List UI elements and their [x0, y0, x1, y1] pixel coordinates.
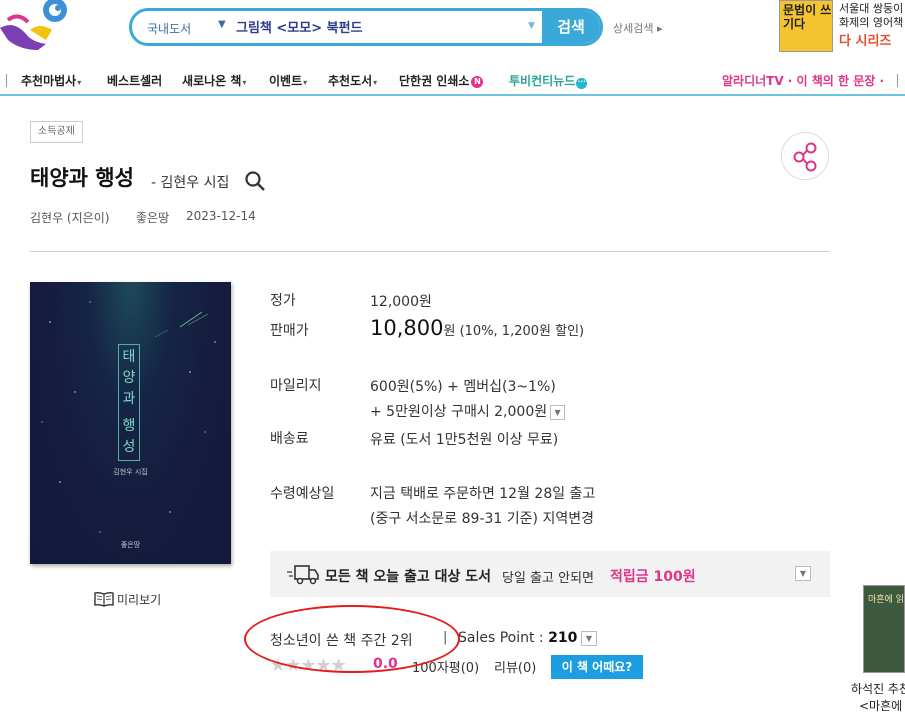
nav-item-new-books[interactable]: 새로나온 책▾ — [182, 72, 246, 89]
sale-price: 10,800원 (10%, 1,200원 할인) — [370, 316, 585, 340]
new-badge: N — [471, 76, 484, 88]
publish-date: 2023-12-14 — [186, 209, 256, 223]
delivery-truck-icon — [287, 565, 319, 585]
publisher-link[interactable]: 좋은땅 — [136, 209, 169, 226]
main-nav: 추천마법사▾ 베스트셀러 새로나온 책▾ 이벤트▾ 추천도서▾ 단한권 인쇄소 N… — [0, 66, 905, 96]
nav-item-bestseller[interactable]: 베스트셀러 — [107, 72, 162, 89]
chevron-down-icon[interactable]: ▼ — [550, 405, 566, 420]
search-input[interactable]: 그림책 <모모> 북펀드 — [236, 17, 363, 36]
notice-sub-text: 당일 출고 안되면 — [502, 571, 594, 586]
mileage-label: 마일리지 — [270, 378, 322, 394]
sales-point: Sales Point : 210 — [458, 630, 578, 646]
delivery-line2[interactable]: (중구 서소문로 89-31 기준) 지역변경 — [370, 508, 594, 528]
search-bar: 국내도서 ▼ 그림책 <모모> 북펀드 ▼ 검색 — [129, 8, 603, 46]
same-day-notice: 모든 책 오늘 출고 대상 도서 당일 출고 안되면 적립금 100원 ▼ — [270, 551, 830, 597]
shipping-label: 배송료 — [270, 431, 309, 447]
author-link[interactable]: 김현우 (지은이) — [30, 209, 109, 226]
aladin-logo[interactable] — [0, 0, 78, 52]
nav-item-tobecontinued[interactable]: 투비컨티뉴드 ··· — [509, 72, 588, 89]
nav-item-recommend-wizard[interactable]: 추천마법사▾ — [21, 72, 81, 89]
nav-right-links[interactable]: 알라디너TV · 이 책의 한 문장 · — [722, 72, 884, 89]
list-price-label: 정가 — [270, 293, 296, 309]
ad-book-cover[interactable]: 문법이 쓰기다 — [779, 0, 833, 52]
ad-text-line3[interactable]: 다 시리즈 — [839, 30, 891, 49]
advanced-search-link[interactable]: 상세검색 ▸ — [613, 20, 663, 36]
search-dropdown-icon[interactable]: ▼ — [528, 21, 535, 31]
more-badge: ··· — [576, 78, 588, 89]
review-link[interactable]: 리뷰(0) — [494, 657, 536, 676]
shipping-value: 유료 (도서 1만5천원 이상 무료) — [370, 432, 559, 448]
search-icon[interactable] — [244, 170, 266, 192]
book-subtitle: - 김현우 시집 — [151, 175, 230, 191]
tax-deduction-tag: 소득공제 — [30, 121, 83, 143]
delivery-label: 수령예상일 — [270, 486, 335, 502]
highlight-ellipse — [244, 605, 460, 673]
side-ad-book-cover[interactable]: 마흔에 읽는 쇼펜하우어 — [863, 585, 905, 673]
sale-price-label: 판매가 — [270, 323, 309, 339]
section-divider — [30, 251, 830, 252]
chevron-down-icon[interactable]: ▼ — [581, 631, 597, 646]
book-title: 태양과 행성 — [30, 166, 134, 190]
side-ad-text-line1[interactable]: 하석진 추천 — [851, 680, 905, 697]
share-button[interactable] — [781, 132, 829, 180]
search-category-select[interactable]: 국내도서 — [147, 20, 191, 37]
cover-title: 태 양 과 행 성 — [118, 344, 140, 461]
nav-divider — [6, 74, 7, 87]
share-icon — [793, 142, 817, 172]
cover-author: 김현우 시집 — [113, 468, 148, 476]
cover-publisher: 좋은땅 — [120, 541, 141, 549]
chevron-down-icon[interactable]: ▼ — [218, 19, 226, 30]
mileage-line2: + 5만원이상 구매시 2,000원 ▼ — [370, 401, 566, 421]
search-button[interactable]: 검색 — [542, 11, 600, 43]
nav-item-events[interactable]: 이벤트▾ — [269, 72, 307, 89]
ad-book-title: 문법이 쓰기다 — [783, 3, 832, 31]
notice-main-text: 모든 책 오늘 출고 대상 도서 — [325, 569, 492, 585]
how-is-this-book-button[interactable]: 이 책 어때요? — [551, 655, 643, 679]
side-ad-book-title: 마흔에 읽는 쇼펜하우어 — [868, 595, 904, 605]
nav-divider — [897, 74, 898, 87]
list-price: 12,000원 — [370, 294, 432, 310]
delivery-line1: 지금 택배로 주문하면 12월 28일 출고 — [370, 486, 596, 502]
mileage-line1: 600원(5%) + 멤버십(3~1%) — [370, 379, 556, 395]
preview-button[interactable]: 미리보기 — [94, 591, 161, 608]
side-ad-text-line2[interactable]: <마흔에 읽 — [859, 697, 905, 714]
book-cover[interactable]: 태 양 과 행 성 김현우 시집 좋은땅 — [30, 282, 231, 564]
ad-text-line2[interactable]: 화제의 영어책 — [839, 14, 903, 30]
notice-reward-text: 적립금 100원 — [610, 569, 696, 585]
nav-item-recommended[interactable]: 추천도서▾ — [328, 72, 377, 89]
book-open-icon — [94, 591, 114, 607]
chevron-down-icon[interactable]: ▼ — [795, 566, 811, 581]
nav-item-print-shop[interactable]: 단한권 인쇄소 N — [399, 72, 484, 89]
